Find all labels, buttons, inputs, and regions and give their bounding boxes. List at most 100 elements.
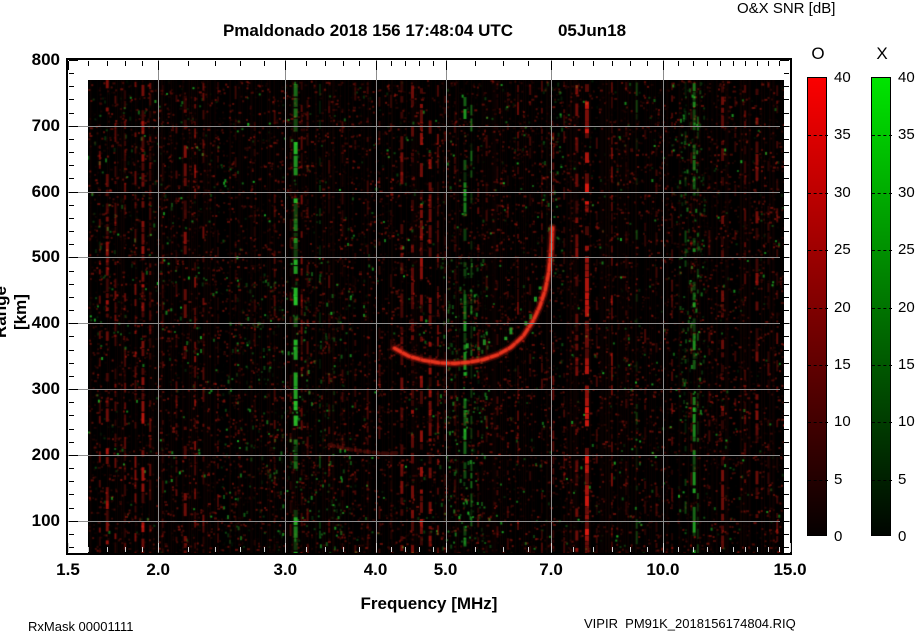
x-minor-tick xyxy=(343,61,344,66)
y-minor-tick xyxy=(69,429,74,430)
x-minor-tick xyxy=(343,547,344,552)
x-minor-tick xyxy=(142,547,143,552)
y-minor-tick xyxy=(69,139,74,140)
x-minor-tick xyxy=(188,547,189,552)
y-minor-tick xyxy=(784,402,789,403)
y-minor-tick xyxy=(69,284,74,285)
y-tick-label: 100 xyxy=(20,512,60,530)
gridline-vertical xyxy=(158,60,159,553)
x-tick-label: 5.0 xyxy=(421,561,471,579)
x-minor-tick xyxy=(707,547,708,552)
x-major-tick xyxy=(158,61,159,70)
y-minor-tick xyxy=(784,284,789,285)
ionogram-page: Pmaldonado 2018 156 17:48:04 UTC 05Jun18… xyxy=(0,0,922,636)
x-minor-tick xyxy=(612,61,613,66)
x-minor-tick xyxy=(630,61,631,66)
x-minor-tick xyxy=(528,547,529,552)
y-minor-tick xyxy=(784,310,789,311)
y-minor-tick xyxy=(784,165,789,166)
y-minor-tick xyxy=(69,481,74,482)
x-major-tick xyxy=(285,543,286,552)
x-axis-title: Frequency [MHz] xyxy=(361,594,498,614)
y-minor-tick xyxy=(784,494,789,495)
gridline-horizontal xyxy=(68,455,790,456)
y-minor-tick xyxy=(784,86,789,87)
y-tick-label: 800 xyxy=(20,51,60,69)
colorbar-tick-label: 40 xyxy=(834,70,860,86)
x-tick-label: 15.0 xyxy=(765,561,815,579)
x-minor-tick xyxy=(306,547,307,552)
x-major-tick xyxy=(663,543,664,552)
y-minor-tick xyxy=(69,271,74,272)
y-major-tick xyxy=(780,521,789,522)
x-minor-tick xyxy=(325,61,326,66)
colorbar-tick-label: 25 xyxy=(898,242,922,258)
y-major-tick xyxy=(780,455,789,456)
x-minor-tick xyxy=(768,547,769,552)
gridline-vertical xyxy=(376,60,377,553)
gridline-horizontal xyxy=(68,257,790,258)
colorbar-tick-label: 20 xyxy=(898,300,922,316)
x-minor-tick xyxy=(733,547,734,552)
gridline-vertical xyxy=(663,60,664,553)
colorbar-name-label: X xyxy=(872,44,892,64)
colorbar-tick-dash xyxy=(872,135,892,136)
colorbar-tick-dash xyxy=(808,308,828,309)
x-minor-tick xyxy=(720,61,721,66)
x-minor-tick xyxy=(779,61,780,66)
x-minor-tick xyxy=(593,547,594,552)
y-minor-tick xyxy=(784,218,789,219)
colorbar-tick-dash xyxy=(872,365,892,366)
gridline-horizontal xyxy=(68,126,790,127)
gridline-horizontal xyxy=(68,521,790,522)
y-minor-tick xyxy=(69,534,74,535)
y-major-tick xyxy=(69,192,78,193)
colorbar-tick-label: 15 xyxy=(834,357,860,373)
x-minor-tick xyxy=(573,61,574,66)
y-minor-tick xyxy=(784,178,789,179)
colorbar-tick-label: 30 xyxy=(898,185,922,201)
y-axis-title: Range [km] xyxy=(0,267,31,357)
colorbar-tick-dash xyxy=(872,193,892,194)
y-tick-label: 700 xyxy=(20,117,60,135)
colorbar-tick-dash xyxy=(872,480,892,481)
colorbar-tick-label: 30 xyxy=(834,185,860,201)
y-minor-tick xyxy=(784,534,789,535)
colorbar-tick-label: 10 xyxy=(898,414,922,430)
x-minor-tick xyxy=(693,547,694,552)
x-minor-tick xyxy=(573,547,574,552)
y-minor-tick xyxy=(784,99,789,100)
x-major-tick xyxy=(376,543,377,552)
y-minor-tick xyxy=(784,336,789,337)
x-minor-tick xyxy=(693,61,694,66)
y-minor-tick xyxy=(69,402,74,403)
x-tick-label: 1.5 xyxy=(43,561,93,579)
colorbar-tick-dash xyxy=(808,422,828,423)
y-minor-tick xyxy=(784,442,789,443)
y-minor-tick xyxy=(784,271,789,272)
y-major-tick xyxy=(780,60,789,61)
x-minor-tick xyxy=(475,61,476,66)
colorbar-tick-dash xyxy=(808,480,828,481)
page-title: Pmaldonado 2018 156 17:48:04 UTC xyxy=(223,21,513,41)
y-minor-tick xyxy=(784,363,789,364)
x-minor-tick xyxy=(475,547,476,552)
x-major-tick xyxy=(446,543,447,552)
y-minor-tick xyxy=(69,376,74,377)
x-minor-tick xyxy=(678,61,679,66)
y-minor-tick xyxy=(784,152,789,153)
x-minor-tick xyxy=(107,547,108,552)
colorbar-x xyxy=(871,77,891,536)
y-minor-tick xyxy=(69,350,74,351)
x-minor-tick xyxy=(264,547,265,552)
colorbar-tick-dash xyxy=(808,365,828,366)
x-major-tick xyxy=(158,543,159,552)
y-minor-tick xyxy=(69,363,74,364)
x-minor-tick xyxy=(503,61,504,66)
x-minor-tick xyxy=(405,547,406,552)
y-minor-tick xyxy=(784,376,789,377)
x-minor-tick xyxy=(768,61,769,66)
x-major-tick xyxy=(790,543,791,552)
x-minor-tick xyxy=(325,547,326,552)
x-minor-tick xyxy=(125,61,126,66)
